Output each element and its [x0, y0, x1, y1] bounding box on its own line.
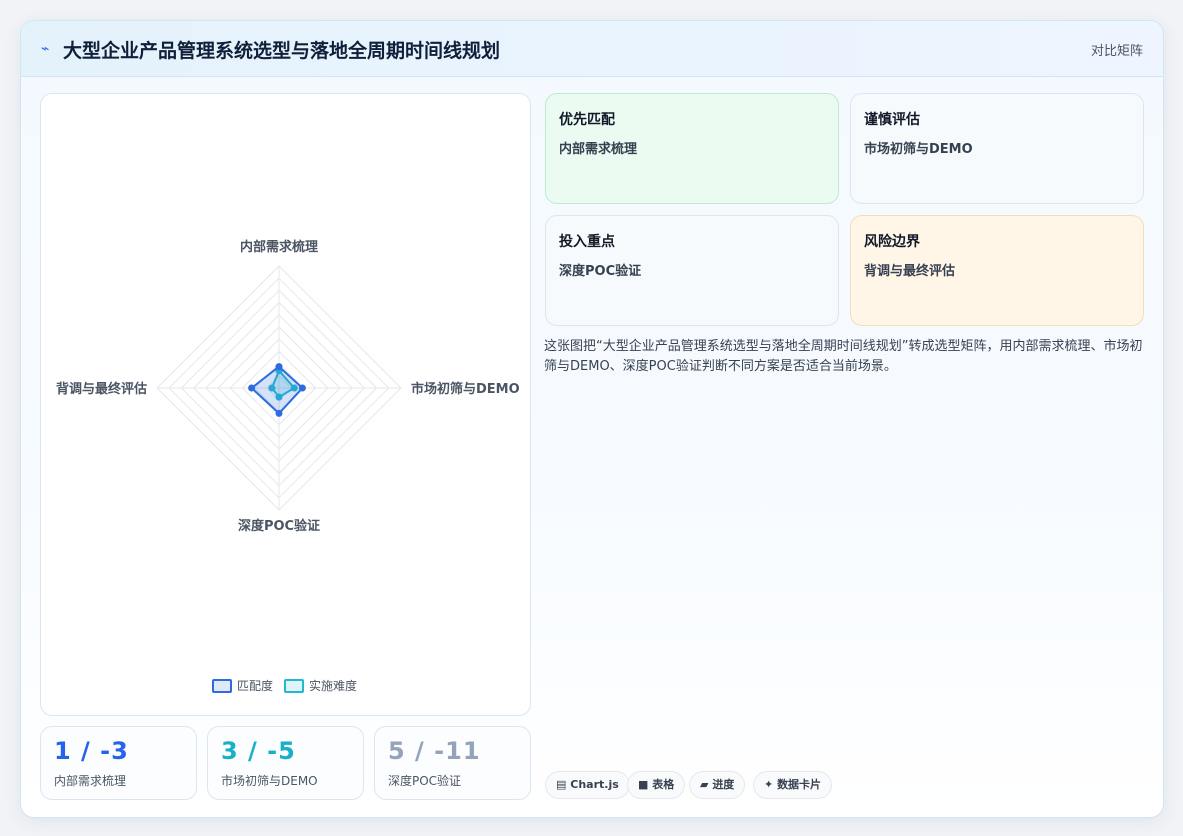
stat-label: 市场初筛与DEMO — [221, 774, 318, 788]
stat-card-3: 5 / -11 深度POC验证 — [374, 726, 531, 800]
axis-label: 市场初筛与DEMO — [411, 381, 520, 397]
stat-value: 1 / -3 — [54, 737, 129, 765]
quadrant-subtitle: 内部需求梳理 — [559, 142, 638, 157]
axis-label: 内部需求梳理 — [240, 239, 318, 255]
quadrant-card-careful: 谨慎评估 市场初筛与DEMO — [850, 93, 1144, 204]
axis-label: 背调与最终评估 — [56, 381, 147, 397]
tag-label: 进度 — [712, 778, 735, 791]
tag-table[interactable]: ■ 表格 — [627, 771, 686, 799]
radar-chart-panel: 内部需求梳理市场初筛与DEMO 深度POC验证 背调与最终评估匹配度 实施难度 — [40, 93, 531, 716]
tag-label: Chart.js — [570, 778, 619, 791]
legend-swatch — [284, 679, 304, 693]
quadrant-subtitle: 市场初筛与DEMO — [864, 142, 973, 157]
data-point — [298, 384, 306, 392]
quadrant-title: 投入重点 — [559, 234, 615, 250]
series-area — [250, 365, 304, 415]
sparkle-icon: ✦ — [764, 778, 774, 791]
quadrant-title: 风险边界 — [864, 234, 920, 250]
sparkline-icon: ⌁ — [41, 41, 50, 57]
stat-value: 5 / -11 — [388, 737, 481, 765]
tag-chartjs[interactable]: ▤ Chart.js — [545, 771, 630, 799]
quadrant-card-invest: 投入重点 深度POC验证 — [545, 215, 839, 326]
tag-progress[interactable]: ▰ 进度 — [689, 771, 746, 799]
quadrant-title: 优先匹配 — [559, 112, 615, 128]
stat-card-2: 3 / -5 市场初筛与DEMO — [207, 726, 364, 800]
tag-data-card[interactable]: ✦ 数据卡片 — [753, 771, 833, 799]
radar-chart: 内部需求梳理市场初筛与DEMO 深度POC验证 背调与最终评估匹配度 实施难度 — [56, 239, 520, 693]
quadrant-subtitle: 背调与最终评估 — [864, 264, 956, 279]
header: ⌁ 大型企业产品管理系统选型与落地全周期时间线规划 对比矩阵 — [21, 21, 1163, 77]
page-title: 大型企业产品管理系统选型与落地全周期时间线规划 — [63, 40, 501, 62]
table-icon: ■ — [638, 778, 649, 791]
chart-icon: ▤ — [556, 778, 567, 791]
progress-icon: ▰ — [700, 778, 709, 791]
stat-value: 3 / -5 — [221, 737, 296, 765]
stat-label: 深度POC验证 — [388, 774, 462, 788]
stat-card-1: 1 / -3 内部需求梳理 — [40, 726, 197, 800]
view-mode-label[interactable]: 对比矩阵 — [1091, 40, 1143, 59]
legend-label: 匹配度 — [237, 678, 273, 693]
main-card: ⌁ 大型企业产品管理系统选型与落地全周期时间线规划 对比矩阵 内部需求梳理市场初… — [20, 20, 1164, 818]
stat-label: 内部需求梳理 — [54, 774, 127, 788]
quadrant-card-priority: 优先匹配 内部需求梳理 — [545, 93, 839, 204]
legend-swatch — [212, 679, 232, 693]
quadrant-title: 谨慎评估 — [864, 112, 920, 128]
tag-label: 数据卡片 — [777, 778, 822, 791]
data-point — [248, 384, 256, 392]
legend-label: 实施难度 — [309, 678, 357, 693]
matrix-description: 这张图把“大型企业产品管理系统选型与落地全周期时间线规划”转成选型矩阵，用内部需… — [544, 339, 1143, 374]
data-point — [275, 409, 283, 417]
data-point — [275, 363, 283, 371]
tag-label: 表格 — [652, 778, 675, 791]
quadrant-card-risk: 风险边界 背调与最终评估 — [850, 215, 1144, 326]
quadrant-subtitle: 深度POC验证 — [559, 264, 642, 279]
axis-label: 深度POC验证 — [238, 518, 320, 534]
